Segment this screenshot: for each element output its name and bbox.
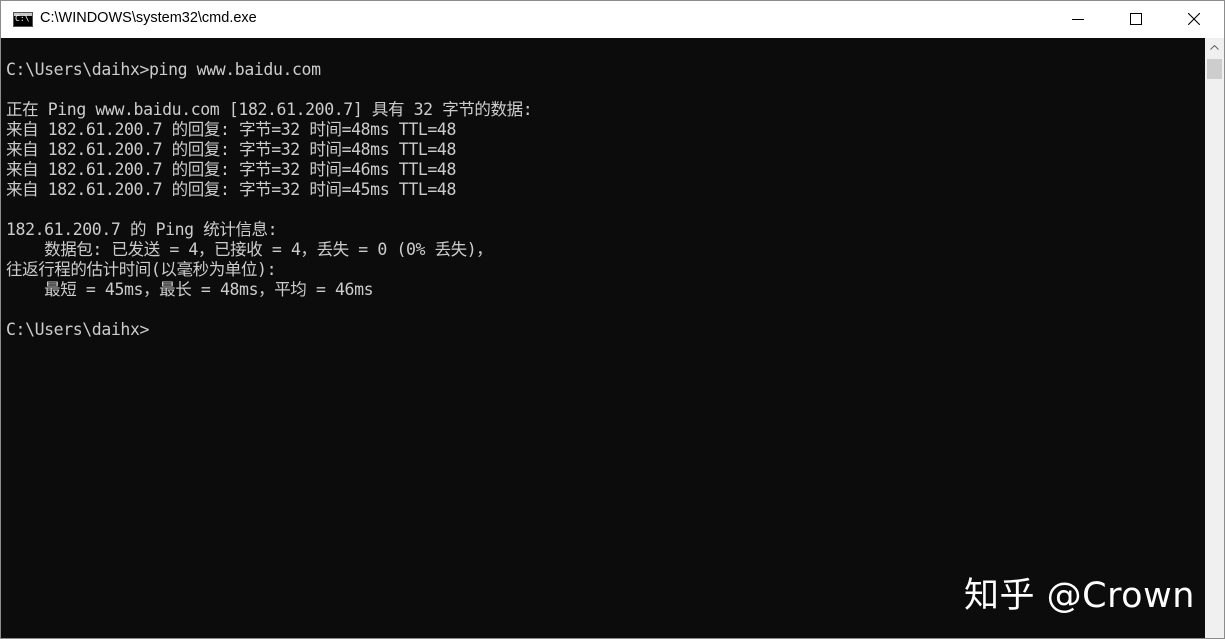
console-line: 来自 182.61.200.7 的回复: 字节=32 时间=48ms TTL=4… [6, 120, 456, 139]
console-line: 来自 182.61.200.7 的回复: 字节=32 时间=45ms TTL=4… [6, 180, 456, 199]
cmd-icon[interactable]: C:\ [13, 12, 33, 27]
minimize-button[interactable] [1050, 1, 1108, 38]
cmd-icon-glyph: C:\ [15, 14, 30, 23]
console-line: C:\Users\daihx>ping www.baidu.com [6, 60, 321, 79]
console-line: 往返行程的估计时间(以毫秒为单位): [6, 260, 277, 279]
vertical-scrollbar[interactable] [1205, 38, 1224, 638]
watermark: 知乎 @Crown [964, 576, 1195, 616]
title-bar[interactable]: C:\ C:\WINDOWS\system32\cmd.exe [1, 1, 1224, 38]
scroll-thumb[interactable] [1207, 59, 1222, 79]
chevron-up-icon [1210, 45, 1219, 50]
console-output[interactable]: C:\Users\daihx>ping www.baidu.com 正在 Pin… [1, 38, 1205, 638]
console-line: 正在 Ping www.baidu.com [182.61.200.7] 具有 … [6, 100, 533, 119]
close-button[interactable] [1166, 1, 1224, 38]
close-icon [1188, 13, 1200, 25]
maximize-button[interactable] [1108, 1, 1166, 38]
console-prompt-line: C:\Users\daihx> [6, 320, 150, 339]
scroll-up-button[interactable] [1205, 38, 1224, 57]
window-title: C:\WINDOWS\system32\cmd.exe [40, 10, 257, 26]
console-line: 来自 182.61.200.7 的回复: 字节=32 时间=46ms TTL=4… [6, 160, 456, 179]
cmd-window: C:\ C:\WINDOWS\system32\cmd.exe C:\Users… [0, 0, 1225, 639]
console-line: 数据包: 已发送 = 4，已接收 = 4，丢失 = 0 (0% 丢失)， [6, 240, 493, 259]
console-line: 182.61.200.7 的 Ping 统计信息: [6, 220, 278, 239]
maximize-icon [1130, 13, 1142, 25]
console-line: 最短 = 45ms，最长 = 48ms，平均 = 46ms [6, 280, 374, 299]
minimize-icon [1072, 19, 1084, 20]
console-line: 来自 182.61.200.7 的回复: 字节=32 时间=48ms TTL=4… [6, 140, 456, 159]
